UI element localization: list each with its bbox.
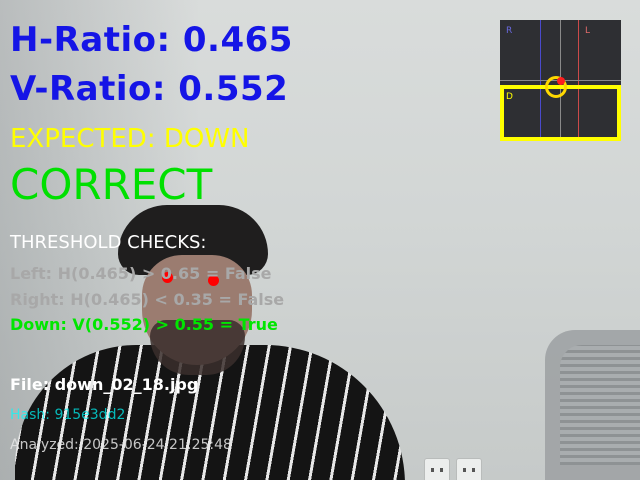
power-outlet — [424, 458, 450, 480]
check-left: Left: H(0.465) > 0.65 = False — [10, 264, 272, 283]
file-name-label: File: down_02_18.jpg — [10, 375, 199, 394]
h-ratio-label: H-Ratio: 0.465 — [10, 20, 293, 60]
zone-label-l: L — [585, 26, 591, 36]
check-down: Down: V(0.552) > 0.55 = True — [10, 315, 278, 334]
verdict-label: CORRECT — [10, 160, 213, 209]
v-ratio-label: V-Ratio: 0.552 — [10, 69, 289, 109]
gaze-point-icon — [557, 77, 565, 85]
expected-direction-label: EXPECTED: DOWN — [10, 124, 250, 154]
hash-label: Hash: 915e3dd2 — [10, 407, 126, 423]
power-outlet — [456, 458, 482, 480]
threshold-checks-title: THRESHOLD CHECKS: — [10, 232, 207, 253]
check-right: Right: H(0.465) < 0.35 = False — [10, 290, 285, 309]
analyzed-timestamp-label: Analyzed: 2025-06-24 21:25:48 — [10, 437, 232, 453]
zone-label-r: R — [506, 26, 513, 36]
chair-back — [560, 345, 640, 465]
